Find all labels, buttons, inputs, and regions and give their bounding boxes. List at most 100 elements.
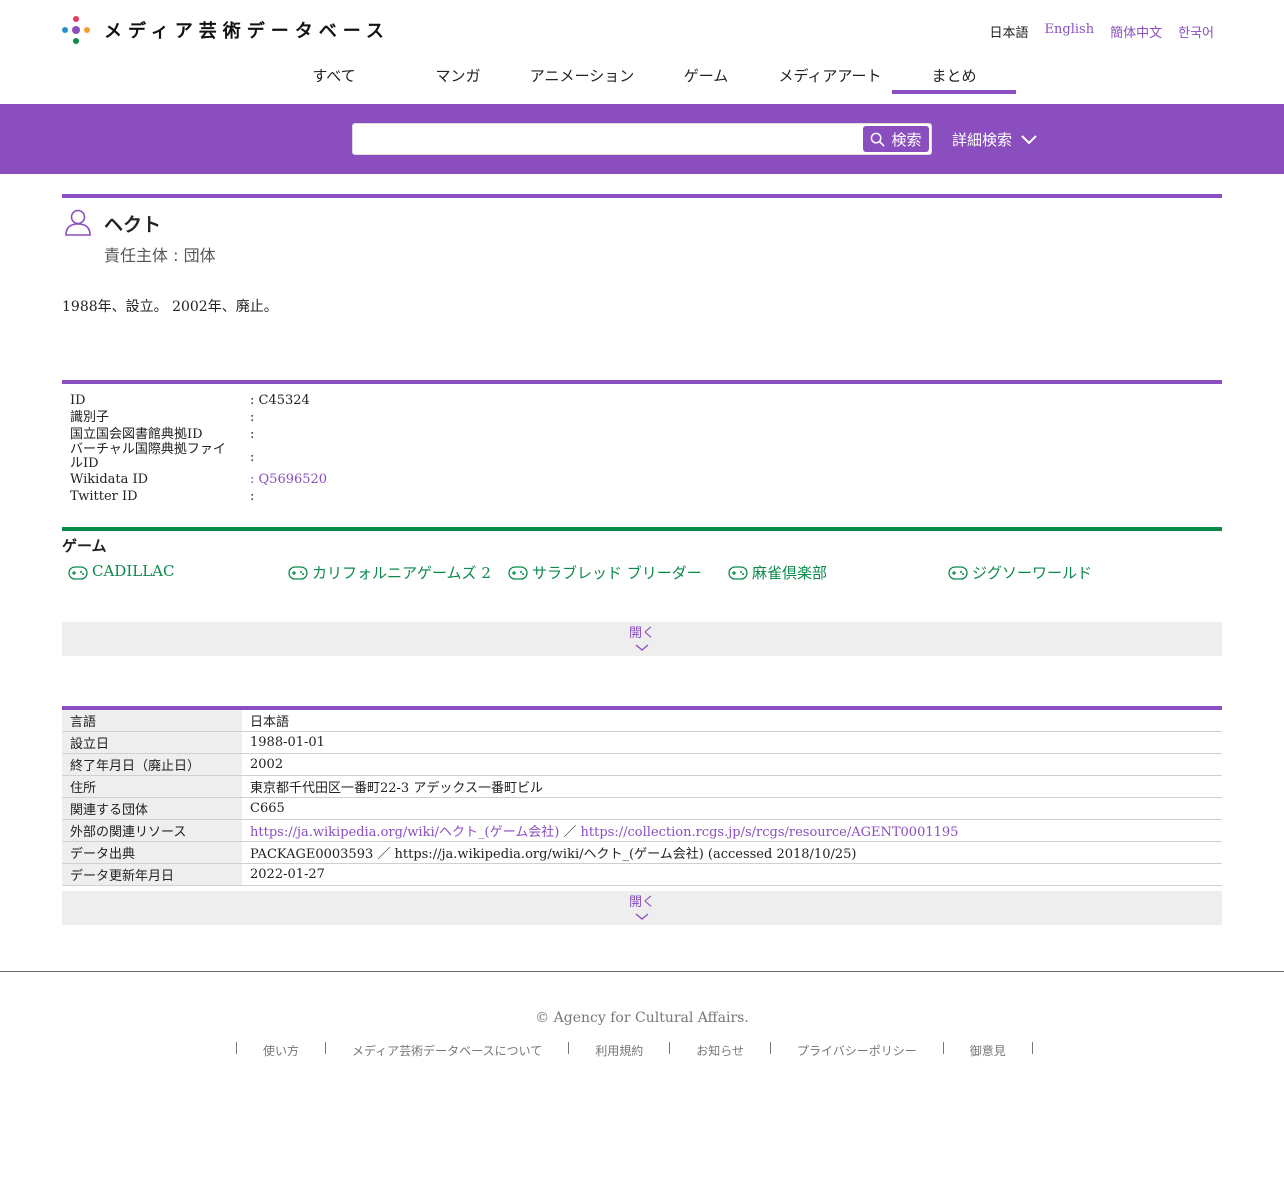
gamepad-icon	[948, 566, 968, 580]
table-row: 外部の関連リソース https://ja.wikipedia.org/wiki/…	[62, 819, 1222, 842]
table-row: データ更新年月日 2022-01-27	[62, 863, 1222, 886]
nav-summary[interactable]: まとめ	[892, 60, 1016, 94]
copyright: © Agency for Cultural Affairs.	[535, 1010, 749, 1026]
game-item[interactable]: サラブレッド ブリーダー	[508, 562, 728, 622]
link-separator: ／	[559, 825, 581, 840]
site-logo[interactable]: メディア芸術データベース	[60, 14, 390, 46]
entity-description: 1988年、設立。 2002年、廃止。	[62, 299, 278, 315]
id-key: バーチャル国際典拠ファイルID	[70, 442, 226, 471]
wikipedia-link[interactable]: https://ja.wikipedia.org/wiki/ヘクト_(ゲーム会社…	[250, 825, 559, 840]
footer-divider	[0, 971, 1284, 972]
footer-link-howto[interactable]: 使い方	[237, 1042, 327, 1058]
footer-link-about[interactable]: メディア芸術データベースについて	[326, 1042, 570, 1058]
id-row: Wikidata ID : Q5696520	[70, 471, 1214, 488]
table-row: 終了年月日（廃止日） 2002	[62, 753, 1222, 776]
meta-value: PACKAGE0003593 ／ https://ja.wikipedia.or…	[242, 841, 1222, 864]
search-icon	[871, 132, 886, 147]
search-button[interactable]: 検索	[863, 126, 929, 152]
id-key: Wikidata ID	[70, 472, 149, 487]
entity-header: ヘクト 責任主体 : 団体	[62, 198, 1222, 284]
meta-value: https://ja.wikipedia.org/wiki/ヘクト_(ゲーム会社…	[242, 819, 1222, 842]
meta-key: 終了年月日（廃止日）	[62, 753, 242, 776]
table-row: 住所 東京都千代田区一番町22-3 アデックス一番町ビル	[62, 775, 1222, 798]
table-row: 設立日 1988-01-01	[62, 731, 1222, 754]
meta-value: C665	[242, 797, 1222, 820]
games-section-title: ゲーム	[62, 537, 107, 555]
lang-ko[interactable]: 한국어	[1178, 22, 1214, 41]
id-row: 識別子 :	[70, 409, 1214, 426]
chevron-down-icon	[635, 913, 649, 920]
nav-media-art[interactable]: メディアアート	[768, 60, 892, 94]
meta-key: 住所	[62, 775, 242, 798]
id-value: :	[250, 427, 255, 442]
nav-game[interactable]: ゲーム	[644, 60, 768, 94]
game-title: CADILLAC	[92, 562, 175, 580]
id-key: ID	[70, 393, 86, 408]
games-divider	[62, 527, 1222, 531]
game-title: 麻雀倶楽部	[752, 564, 828, 582]
entity-type: 責任主体 : 団体	[104, 246, 216, 265]
search-button-label: 検索	[891, 130, 922, 149]
expand-label: 開く	[628, 895, 655, 910]
main-nav: すべて マンガ アニメーション ゲーム メディアアート まとめ	[272, 60, 1016, 94]
footer-link-news[interactable]: お知らせ	[670, 1042, 771, 1058]
games-expand-button[interactable]: 開く	[62, 622, 1222, 656]
id-row: バーチャル国際典拠ファイルID :	[70, 443, 1214, 471]
lang-en[interactable]: English	[1045, 22, 1095, 41]
footer-link-privacy[interactable]: プライバシーポリシー	[771, 1042, 944, 1058]
logo-icon	[62, 16, 90, 44]
lang-ja[interactable]: 日本語	[990, 22, 1029, 41]
game-title: サラブレッド ブリーダー	[532, 564, 702, 582]
expand-label: 開く	[628, 626, 655, 641]
chevron-down-icon	[635, 644, 649, 651]
advanced-search-toggle[interactable]: 詳細検索	[952, 129, 1038, 150]
search-bar: 検索 詳細検索	[0, 104, 1284, 174]
search-input[interactable]	[361, 128, 855, 152]
table-row: データ出典 PACKAGE0003593 ／ https://ja.wikiped…	[62, 841, 1222, 864]
meta-key: 言語	[62, 710, 242, 732]
nav-all[interactable]: すべて	[272, 60, 396, 94]
game-item[interactable]: カリフォルニアゲームズ 2	[288, 562, 508, 622]
id-value: :	[250, 449, 255, 465]
id-row: ID : C45324	[70, 392, 1214, 409]
wikidata-link[interactable]: : Q5696520	[250, 471, 1214, 488]
id-key: 国立国会図書館典拠ID	[70, 427, 203, 442]
identifiers-list: ID : C45324 識別子 : 国立国会図書館典拠ID : バーチャル国際典…	[62, 384, 1222, 527]
game-item[interactable]: 麻雀倶楽部	[728, 562, 948, 622]
main-content: ヘクト 責任主体 : 団体 1988年、設立。 2002年、廃止。 ID : C…	[62, 194, 1222, 925]
id-row: Twitter ID :	[70, 488, 1214, 505]
chevron-down-icon	[1021, 134, 1037, 144]
meta-key: データ更新年月日	[62, 863, 242, 886]
metadata-expand-button[interactable]: 開く	[62, 891, 1222, 925]
meta-value: 2002	[242, 753, 1222, 776]
nav-manga[interactable]: マンガ	[396, 60, 520, 94]
person-icon	[65, 209, 91, 236]
games-list: CADILLAC カリフォルニアゲームズ 2 サラブレッド ブリーダー 麻雀倶楽…	[62, 562, 1222, 622]
id-value: :	[250, 489, 255, 504]
meta-value: 2022-01-27	[242, 863, 1222, 886]
meta-value: 日本語	[242, 710, 1222, 732]
meta-key: 設立日	[62, 731, 242, 754]
meta-value: 1988-01-01	[242, 731, 1222, 754]
game-item[interactable]: CADILLAC	[68, 562, 288, 622]
gamepad-icon	[508, 566, 528, 580]
meta-value: 東京都千代田区一番町22-3 アデックス一番町ビル	[242, 775, 1222, 798]
id-key: Twitter ID	[70, 489, 138, 504]
game-title: カリフォルニアゲームズ 2	[312, 564, 491, 582]
nav-animation[interactable]: アニメーション	[520, 60, 644, 94]
lang-zh[interactable]: 簡体中文	[1110, 22, 1162, 41]
rcgs-link[interactable]: https://collection.rcgs.jp/s/rcgs/resour…	[581, 825, 959, 840]
entity-name: ヘクト	[104, 214, 162, 236]
meta-key: データ出典	[62, 841, 242, 864]
gamepad-icon	[68, 566, 88, 580]
table-row: 言語 日本語	[62, 710, 1222, 732]
advanced-search-label: 詳細検索	[952, 131, 1013, 149]
site-title: メディア芸術データベース	[104, 21, 390, 42]
gamepad-icon	[728, 566, 748, 580]
game-item[interactable]: ジグソーワールド	[948, 562, 1168, 622]
footer-link-terms[interactable]: 利用規約	[569, 1042, 671, 1058]
footer-links: 使い方 メディア芸術データベースについて 利用規約 お知らせ プライバシーポリシ…	[236, 1042, 1033, 1058]
footer-link-feedback[interactable]: 御意見	[944, 1042, 1033, 1058]
language-switcher: 日本語 English 簡体中文 한국어	[990, 22, 1214, 41]
search-box: 検索	[352, 123, 932, 155]
